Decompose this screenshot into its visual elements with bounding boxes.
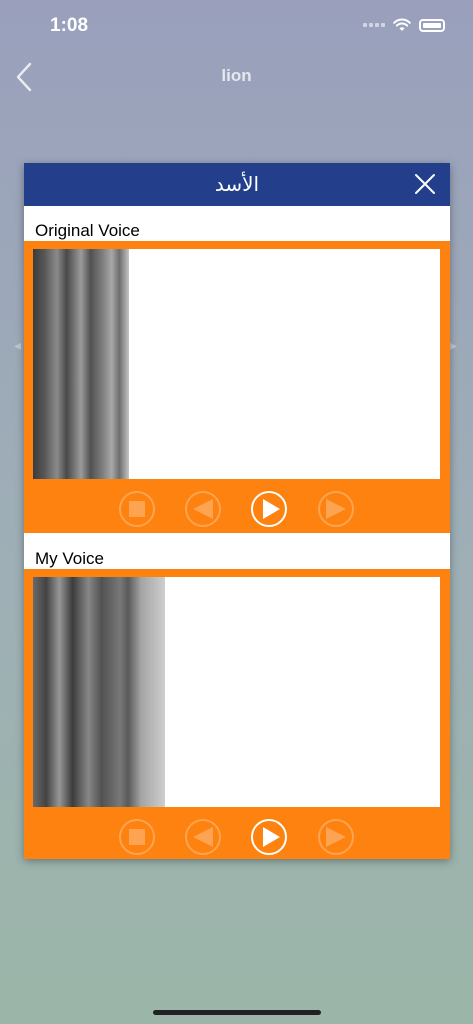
close-icon — [415, 174, 435, 194]
my-voice-label: My Voice — [35, 549, 104, 568]
battery-icon — [419, 18, 445, 32]
stop-icon — [129, 501, 145, 517]
play-icon — [263, 499, 280, 519]
forward-icon — [326, 499, 346, 519]
nav-title: lion — [221, 66, 252, 85]
my-voice-spectrogram — [33, 577, 165, 807]
original-voice-panel — [24, 241, 450, 533]
my-voice-controls — [24, 819, 450, 857]
dialog-header: الأسد — [24, 163, 450, 206]
navigation-bar: lion — [0, 54, 473, 98]
original-voice-spectrogram-area — [33, 249, 440, 479]
close-button[interactable] — [414, 173, 436, 195]
original-voice-controls — [24, 491, 450, 529]
stop-icon — [129, 829, 145, 845]
my-voice-spectrogram-area — [33, 577, 440, 807]
forward-icon — [326, 827, 346, 847]
signal-icon — [363, 23, 385, 27]
voice-compare-dialog: الأسد Original Voice My Voice — [24, 163, 450, 859]
rewind-icon — [193, 499, 213, 519]
original-voice-spectrogram — [33, 249, 129, 479]
original-voice-label: Original Voice — [35, 221, 140, 240]
original-play-button[interactable] — [251, 491, 287, 527]
rewind-icon — [193, 827, 213, 847]
dialog-title: الأسد — [214, 172, 260, 196]
original-stop-button[interactable] — [119, 491, 155, 527]
status-bar: 1:08 — [0, 0, 473, 54]
my-voice-forward-button[interactable] — [318, 819, 354, 855]
status-icons — [363, 18, 445, 32]
original-forward-button[interactable] — [318, 491, 354, 527]
home-indicator[interactable] — [153, 1010, 321, 1015]
wifi-icon — [393, 18, 411, 31]
original-rewind-button[interactable] — [185, 491, 221, 527]
my-voice-panel — [24, 569, 450, 859]
status-time: 1:08 — [50, 15, 89, 36]
previous-page-arrow-icon[interactable]: ◂ — [14, 337, 21, 354]
my-voice-stop-button[interactable] — [119, 819, 155, 855]
play-icon — [263, 827, 280, 847]
next-page-arrow-icon[interactable]: ▸ — [450, 337, 457, 354]
my-voice-play-button[interactable] — [251, 819, 287, 855]
my-voice-rewind-button[interactable] — [185, 819, 221, 855]
